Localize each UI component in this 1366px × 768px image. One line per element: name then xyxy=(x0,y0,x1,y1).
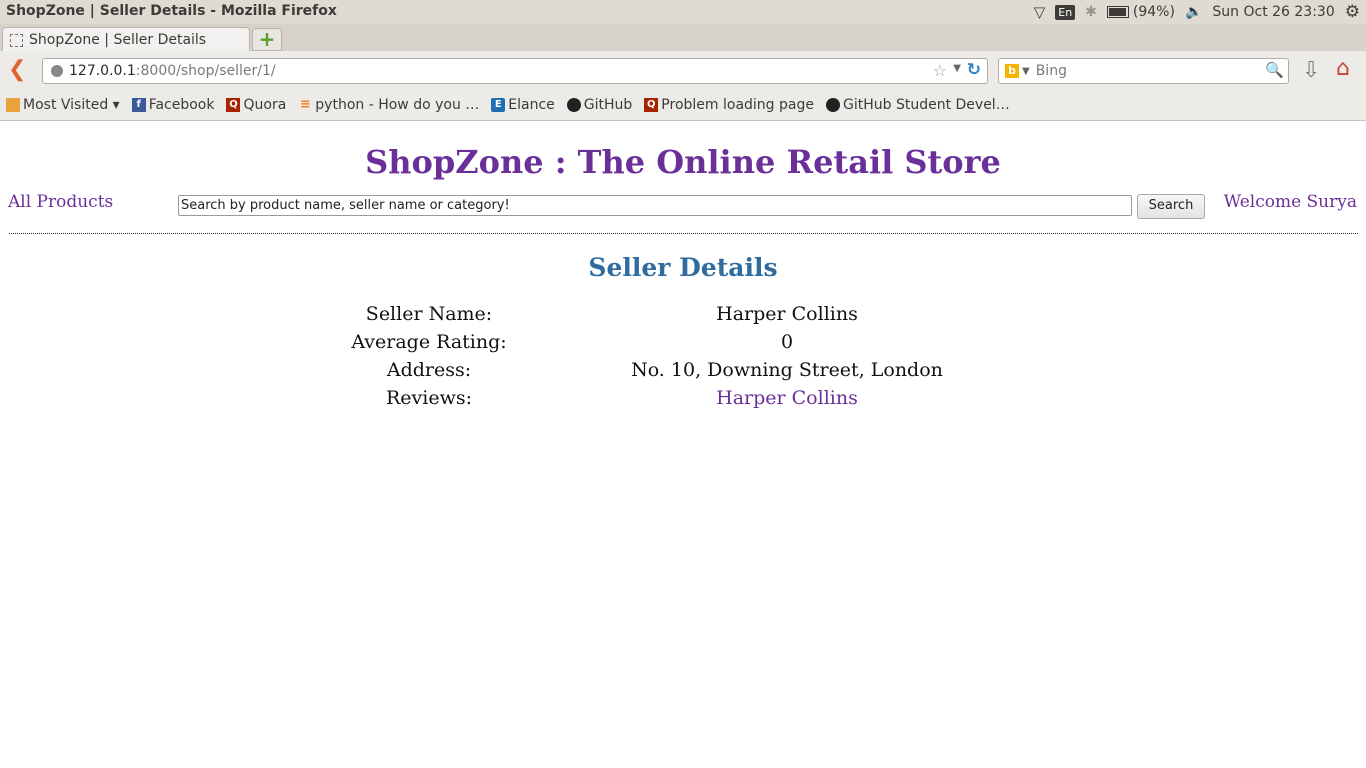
bookmark-github-student[interactable]: GitHub Student Devel… xyxy=(825,96,1010,113)
battery-percent: (94%) xyxy=(1132,4,1175,20)
wifi-icon[interactable]: ▽ xyxy=(1034,3,1046,21)
tab-strip: ShopZone | Seller Details + xyxy=(0,24,1366,52)
bookmark-most-visited[interactable]: Most Visited ▾ xyxy=(6,97,120,113)
average-rating-value: 0 xyxy=(780,331,794,353)
bookmark-label: GitHub xyxy=(583,96,633,113)
search-bar-placeholder: Bing xyxy=(1035,63,1067,79)
bluetooth-icon[interactable]: ✱ xyxy=(1085,4,1097,20)
facebook-icon: f xyxy=(131,97,146,112)
welcome-user-link[interactable]: Welcome Surya xyxy=(1224,192,1357,212)
seller-name-value: Harper Collins xyxy=(716,303,858,325)
battery-icon[interactable] xyxy=(1106,6,1129,18)
bookmark-label: Facebook xyxy=(148,96,215,113)
bookmark-star-icon[interactable]: ☆ xyxy=(933,61,947,80)
seller-details-table: Seller Name: Harper Collins Average Rati… xyxy=(333,303,1033,415)
page-content: ShopZone : The Online Retail Store All P… xyxy=(0,121,1366,768)
bookmark-github[interactable]: GitHub xyxy=(566,96,633,113)
url-history-dropdown-icon[interactable]: ▼ xyxy=(953,63,961,74)
bookmarks-toolbar: Most Visited ▾ f Facebook Q Quora ≡ pyth… xyxy=(0,89,1366,121)
elance-icon: E xyxy=(491,97,506,112)
quora-icon: Q xyxy=(644,97,659,112)
clock[interactable]: Sun Oct 26 23:30 xyxy=(1212,4,1334,20)
system-tray: ▽ En ✱ (94%) 🔈 Sun Oct 26 23:30 ⚙ xyxy=(1034,0,1366,24)
address-value: No. 10, Downing Street, London xyxy=(631,359,943,381)
bing-icon[interactable]: b xyxy=(1005,64,1019,78)
quora-icon: Q xyxy=(226,97,241,112)
search-engine-dropdown-icon[interactable]: ▼ xyxy=(1022,66,1030,77)
back-arrow-icon[interactable]: ❮ xyxy=(8,57,26,82)
github-icon xyxy=(566,97,581,112)
reviews-row: Reviews: Harper Collins xyxy=(333,387,1033,415)
folder-icon xyxy=(6,97,20,112)
bookmark-python[interactable]: ≡ python - How do you … xyxy=(298,97,479,113)
github-icon xyxy=(825,97,840,112)
tab-seller-details[interactable]: ShopZone | Seller Details xyxy=(2,27,250,52)
seller-name-label: Seller Name: xyxy=(365,303,493,325)
stackoverflow-icon: ≡ xyxy=(299,96,311,112)
bookmark-facebook[interactable]: f Facebook xyxy=(131,96,215,113)
bookmark-label: Most Visited ▾ xyxy=(23,96,120,113)
new-tab-button[interactable]: + xyxy=(252,28,282,51)
seller-name-row: Seller Name: Harper Collins xyxy=(333,303,1033,331)
site-title: ShopZone : The Online Retail Store xyxy=(365,143,1001,181)
all-products-link[interactable]: All Products xyxy=(8,192,113,212)
product-search-input[interactable]: Search by product name, seller name or c… xyxy=(178,195,1132,216)
home-icon[interactable]: ⌂ xyxy=(1336,56,1350,81)
url-bar[interactable]: 127.0.0.1 :8000/shop/seller/1/ ☆ ▼ ↻ xyxy=(42,58,988,84)
reload-icon[interactable]: ↻ xyxy=(967,60,981,80)
bookmark-label: python - How do you … xyxy=(315,96,480,113)
site-identity-icon[interactable] xyxy=(51,65,63,77)
bookmark-elance[interactable]: E Elance xyxy=(491,97,555,113)
seller-details-heading: Seller Details xyxy=(588,253,778,282)
search-bar[interactable]: b ▼ Bing 🔍 xyxy=(998,58,1289,84)
average-rating-label: Average Rating: xyxy=(351,331,507,353)
window-title: ShopZone | Seller Details - Mozilla Fire… xyxy=(6,3,337,19)
url-path: :8000/shop/seller/1/ xyxy=(135,63,276,79)
tab-label: ShopZone | Seller Details xyxy=(29,32,207,48)
bookmark-problem-loading[interactable]: Q Problem loading page xyxy=(644,97,814,113)
url-host: 127.0.0.1 xyxy=(69,63,136,79)
address-label: Address: xyxy=(386,359,472,381)
reviews-label: Reviews: xyxy=(385,387,473,409)
page-favicon-icon xyxy=(10,33,23,47)
bookmark-label: Elance xyxy=(508,96,555,113)
bookmark-label: GitHub Student Devel… xyxy=(842,96,1010,113)
search-magnifier-icon[interactable]: 🔍 xyxy=(1265,61,1284,79)
average-rating-row: Average Rating: 0 xyxy=(333,331,1033,359)
divider xyxy=(9,233,1358,234)
search-button[interactable]: Search xyxy=(1137,194,1205,219)
os-top-bar: ShopZone | Seller Details - Mozilla Fire… xyxy=(0,0,1366,24)
download-icon[interactable]: ⇩ xyxy=(1302,58,1320,83)
keyboard-language-indicator[interactable]: En xyxy=(1055,4,1076,20)
bookmark-label: Problem loading page xyxy=(661,96,814,113)
volume-icon[interactable]: 🔈 xyxy=(1185,4,1202,20)
bookmark-label: Quora xyxy=(243,96,287,113)
address-row: Address: No. 10, Downing Street, London xyxy=(333,359,1033,387)
bookmark-quora[interactable]: Q Quora xyxy=(226,97,286,113)
navigation-bar: ❮ 127.0.0.1 :8000/shop/seller/1/ ☆ ▼ ↻ b… xyxy=(0,51,1366,89)
reviews-link[interactable]: Harper Collins xyxy=(571,387,1003,409)
gear-icon[interactable]: ⚙ xyxy=(1345,2,1360,22)
